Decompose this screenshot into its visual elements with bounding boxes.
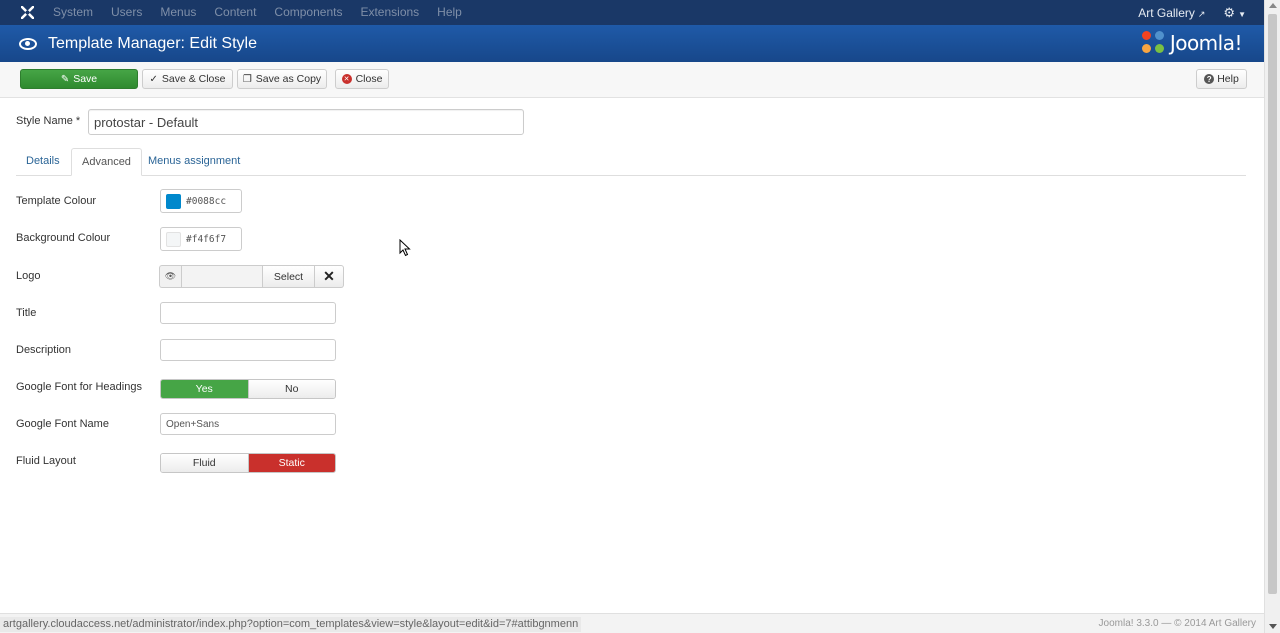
page-header: Template Manager: Edit Style Joomla! bbox=[0, 25, 1264, 62]
menu-users[interactable]: Users bbox=[102, 0, 151, 25]
eye-icon bbox=[19, 37, 37, 50]
google-font-name-input[interactable] bbox=[160, 413, 336, 435]
description-input[interactable] bbox=[160, 339, 336, 361]
style-name-input[interactable] bbox=[88, 109, 524, 135]
close-button[interactable]: ✕ Close bbox=[335, 69, 389, 89]
title-input[interactable] bbox=[160, 302, 336, 324]
google-font-yes-button[interactable]: Yes bbox=[161, 380, 248, 398]
tab-details[interactable]: Details bbox=[16, 148, 70, 176]
menu-menus[interactable]: Menus bbox=[151, 0, 205, 25]
style-name-label: Style Name * bbox=[16, 115, 81, 127]
google-font-name-label: Google Font Name bbox=[16, 418, 109, 430]
top-navbar: System Users Menus Content Components Ex… bbox=[0, 0, 1264, 25]
page-title: Template Manager: Edit Style bbox=[48, 34, 257, 52]
scroll-down-icon[interactable] bbox=[1269, 624, 1277, 629]
menu-system[interactable]: System bbox=[44, 0, 102, 25]
menu-content[interactable]: Content bbox=[205, 0, 265, 25]
navbar-right: Art Gallery ↗ ⚙ ▼ bbox=[1138, 0, 1246, 25]
save-copy-label: Save as Copy bbox=[255, 73, 322, 85]
joomla-brand: Joomla! bbox=[1141, 29, 1243, 57]
tab-bar: Details Advanced Menus assignment bbox=[16, 148, 1246, 176]
background-colour-picker[interactable]: #f4f6f7 bbox=[160, 227, 242, 251]
check-icon: ✓ bbox=[149, 73, 158, 85]
brand-text: Joomla! bbox=[1169, 31, 1243, 55]
status-bar: artgallery.cloudaccess.net/administrator… bbox=[0, 613, 1264, 633]
menu-extensions[interactable]: Extensions bbox=[351, 0, 428, 25]
joomla-brand-icon bbox=[1141, 31, 1166, 55]
vertical-scrollbar[interactable] bbox=[1264, 0, 1280, 633]
close-icon: ✕ bbox=[341, 74, 352, 84]
static-button[interactable]: Static bbox=[247, 454, 335, 472]
scroll-thumb[interactable] bbox=[1268, 14, 1277, 594]
copy-icon: ❐ bbox=[242, 73, 252, 85]
question-icon: ? bbox=[1204, 74, 1215, 84]
external-link-icon: ↗ bbox=[1197, 8, 1206, 19]
description-label: Description bbox=[16, 344, 72, 356]
save-copy-button[interactable]: ❐ Save as Copy bbox=[237, 69, 327, 89]
footer-copyright: Joomla! 3.3.0 — © 2014 Art Gallery bbox=[1098, 618, 1256, 629]
settings-dropdown[interactable]: ⚙ ▼ bbox=[1223, 5, 1246, 21]
google-font-headings-toggle: Yes No bbox=[160, 379, 336, 399]
logo-clear-icon[interactable]: ✕ bbox=[315, 265, 344, 288]
background-colour-label: Background Colour bbox=[16, 232, 111, 244]
logo-label: Logo bbox=[16, 270, 41, 282]
template-colour-swatch[interactable] bbox=[166, 193, 181, 209]
edit-icon: ✎ bbox=[60, 73, 70, 85]
gear-icon: ⚙ bbox=[1223, 4, 1236, 20]
fluid-layout-label: Fluid Layout bbox=[16, 455, 76, 467]
menu-help[interactable]: Help bbox=[428, 0, 471, 25]
template-colour-value: #0088cc bbox=[186, 195, 227, 207]
help-button[interactable]: ? Help bbox=[1196, 69, 1247, 89]
help-label: Help bbox=[1217, 73, 1239, 85]
fluid-button[interactable]: Fluid bbox=[161, 454, 248, 472]
background-colour-value: #f4f6f7 bbox=[186, 233, 227, 245]
close-label: Close bbox=[355, 73, 383, 85]
save-label: Save bbox=[73, 73, 98, 85]
site-name: Art Gallery bbox=[1138, 5, 1195, 20]
preview-eye-icon[interactable]: 👁 bbox=[159, 265, 181, 288]
status-url: artgallery.cloudaccess.net/administrator… bbox=[0, 617, 582, 632]
caret-down-icon: ▼ bbox=[1238, 9, 1246, 19]
logo-media-field: 👁 Select ✕ bbox=[159, 265, 344, 288]
title-label: Title bbox=[16, 307, 37, 319]
site-link[interactable]: Art Gallery ↗ bbox=[1138, 6, 1205, 20]
logo-select-button[interactable]: Select bbox=[263, 265, 315, 288]
template-colour-picker[interactable]: #0088cc bbox=[160, 189, 242, 213]
menu-components[interactable]: Components bbox=[265, 0, 351, 25]
template-colour-label: Template Colour bbox=[16, 195, 97, 207]
save-close-button[interactable]: ✓ Save & Close bbox=[142, 69, 233, 89]
save-close-label: Save & Close bbox=[161, 73, 226, 85]
save-button[interactable]: ✎ Save bbox=[20, 69, 138, 89]
fluid-layout-toggle: Fluid Static bbox=[160, 453, 336, 473]
logo-path-input[interactable] bbox=[181, 265, 263, 288]
main-menu: System Users Menus Content Components Ex… bbox=[44, 0, 471, 25]
google-font-headings-label: Google Font for Headings bbox=[16, 381, 142, 393]
google-font-no-button[interactable]: No bbox=[247, 380, 335, 398]
tab-menus-assignment[interactable]: Menus assignment bbox=[138, 148, 250, 176]
scroll-up-icon[interactable] bbox=[1269, 3, 1277, 8]
tab-advanced[interactable]: Advanced bbox=[71, 148, 142, 176]
joomla-logo-icon[interactable] bbox=[12, 0, 42, 25]
background-colour-swatch[interactable] bbox=[166, 231, 181, 247]
toolbar: ✎ Save ✓ Save & Close ❐ Save as Copy ✕ Close… bbox=[0, 62, 1264, 98]
